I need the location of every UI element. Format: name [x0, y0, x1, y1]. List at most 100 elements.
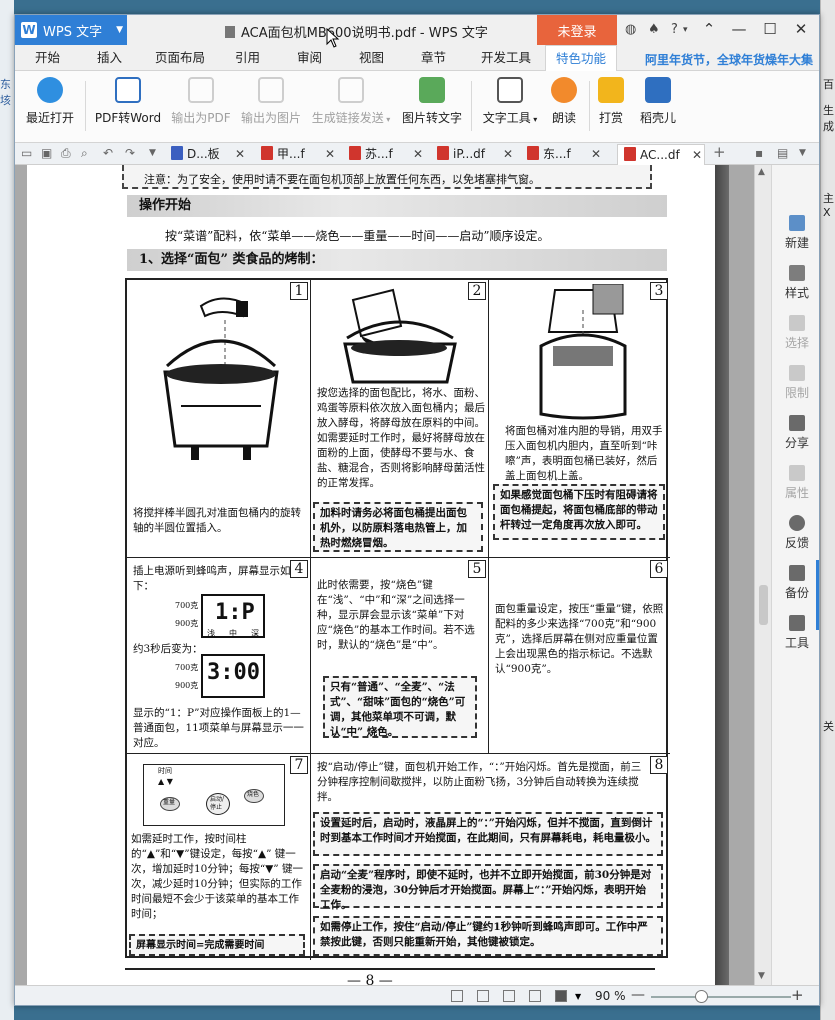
- document-tab[interactable]: 东...f ✕: [527, 144, 601, 165]
- tab-insert[interactable]: 插入: [87, 45, 132, 71]
- shirt-icon[interactable]: ♠: [648, 22, 660, 37]
- reward-button[interactable]: 打赏: [595, 77, 627, 126]
- step-number: 8: [650, 756, 668, 774]
- skin-icon[interactable]: ◍: [625, 22, 636, 37]
- document-tab[interactable]: D...板 ✕: [171, 144, 245, 165]
- pane-feedback-button[interactable]: 反馈: [772, 515, 819, 551]
- read-aloud-button[interactable]: 朗读: [547, 77, 581, 126]
- share-icon: [789, 415, 805, 431]
- toolbox-icon: [789, 615, 805, 631]
- zoom-slider[interactable]: [651, 996, 791, 998]
- ribbon-label: 生成链接发送: [311, 111, 384, 125]
- pane-style-button[interactable]: 样式: [772, 265, 819, 301]
- document-tab[interactable]: 甲...f ✕: [261, 144, 335, 165]
- pane-new-button[interactable]: 新建: [772, 215, 819, 251]
- vertical-scrollbar[interactable]: ▲ ▼: [754, 165, 771, 985]
- recent-open-button[interactable]: 最近打开: [23, 77, 77, 126]
- pane-share-button[interactable]: 分享: [772, 415, 819, 451]
- weight-label: 700克: [175, 601, 199, 610]
- step-text: 按您选择的面包配比，将水、面粉、鸡蛋等原料依次放入面包桶内；最后放入酵母，将酵母…: [317, 387, 485, 489]
- zoom-slider-knob[interactable]: [695, 990, 709, 1003]
- close-tab-icon[interactable]: ✕: [235, 144, 245, 165]
- daoke-button[interactable]: 稻壳儿: [635, 77, 681, 126]
- new-tab-icon[interactable]: +: [713, 143, 726, 161]
- text-tools-icon: [497, 77, 523, 103]
- close-tab-icon[interactable]: ✕: [591, 144, 601, 165]
- scroll-thumb[interactable]: [759, 585, 768, 625]
- close-tab-icon[interactable]: ✕: [503, 144, 513, 165]
- chevron-down-icon[interactable]: ▼: [799, 148, 806, 158]
- ribbon-label: 图片转文字: [401, 111, 462, 125]
- chevron-down-icon[interactable]: ▾: [683, 25, 688, 35]
- pane-collapse-handle[interactable]: [816, 560, 819, 630]
- document-tab[interactable]: iP...df ✕: [437, 144, 513, 165]
- pane-select-button[interactable]: 选择: [772, 315, 819, 351]
- export-pdf-button[interactable]: 输出为PDF: [171, 77, 231, 126]
- ribbon-separator: [85, 81, 86, 131]
- login-button[interactable]: 未登录: [537, 15, 617, 45]
- chevron-down-icon[interactable]: ▼: [575, 992, 587, 1004]
- pane-tools-button[interactable]: 工具: [772, 615, 819, 651]
- step-text: 约3秒后变为：: [133, 643, 203, 655]
- fullscreen-icon[interactable]: [451, 990, 463, 1002]
- text-tools-button[interactable]: 文字工具 ▾: [479, 77, 541, 126]
- share-link-button[interactable]: 生成链接发送 ▾: [309, 77, 393, 126]
- reward-icon: [598, 77, 624, 103]
- step-cell-4: 4 插上电源听到蜂鸣声，屏幕显示如下： 1:P 浅 中 深 700克 900克 …: [127, 558, 311, 754]
- redo-icon[interactable]: ↷: [125, 146, 135, 160]
- pdf-to-word-button[interactable]: PDF转Word: [93, 77, 163, 126]
- scroll-down-icon[interactable]: ▼: [758, 971, 765, 981]
- document-tab[interactable]: 苏...f ✕: [349, 144, 423, 165]
- close-tab-icon[interactable]: ✕: [692, 145, 702, 166]
- restore-doc-icon[interactable]: ▤: [777, 146, 788, 160]
- chevron-down-icon[interactable]: ▼: [149, 148, 156, 158]
- maximize-icon[interactable]: ☐: [758, 20, 782, 40]
- print-icon[interactable]: ⎙: [61, 146, 71, 161]
- lcd-label: 浅: [207, 629, 215, 638]
- tab-developer[interactable]: 开发工具: [471, 45, 541, 71]
- step-number: 5: [468, 560, 486, 578]
- tab-page-layout[interactable]: 页面布局: [145, 45, 215, 71]
- pane-backup-button[interactable]: 备份: [772, 565, 819, 601]
- step-number: 1: [290, 282, 308, 300]
- collapse-ribbon-icon[interactable]: ⌃: [697, 20, 721, 40]
- close-tab-icon[interactable]: ✕: [325, 144, 335, 165]
- document-area[interactable]: 注意：为了安全，使用时请不要在面包机顶部上放置任何东西，以免堵塞排气窗。 操作开…: [15, 165, 771, 985]
- eye-protect-icon[interactable]: [555, 990, 567, 1002]
- app-menu-button[interactable]: W WPS 文字 ▼: [15, 15, 127, 45]
- tab-home[interactable]: 开始: [25, 45, 70, 71]
- promo-link[interactable]: 阿里年货节，全球年货燥年大集: [645, 51, 813, 68]
- task-pane: 新建 样式 选择 限制 分享 属性 反馈 备份 工具: [771, 165, 819, 985]
- chat-icon: [789, 515, 805, 531]
- page-view-icon[interactable]: [477, 990, 489, 1002]
- tab-references[interactable]: 引用: [225, 45, 270, 71]
- tab-review[interactable]: 审阅: [287, 45, 332, 71]
- wps-logo-icon: W: [21, 22, 37, 38]
- zoom-level: 90 %: [595, 989, 626, 1003]
- zoom-in-button[interactable]: +: [791, 986, 804, 1004]
- save-icon[interactable]: ▣: [41, 146, 52, 160]
- scroll-up-icon[interactable]: ▲: [758, 167, 765, 177]
- close-icon[interactable]: ✕: [789, 20, 813, 40]
- undo-icon[interactable]: ↶: [103, 146, 113, 160]
- document-tab-active[interactable]: AC...df ✕: [617, 144, 705, 165]
- tab-chapter[interactable]: 章节: [411, 45, 456, 71]
- section-header: 操作开始: [127, 195, 667, 217]
- step-cell-1: 1 将搅拌棒半圆孔对准面包桶内的旋转轴的半圆位置插入。: [127, 280, 311, 558]
- outline-view-icon[interactable]: [529, 990, 541, 1002]
- help-icon[interactable]: ?: [671, 22, 678, 37]
- tab-view[interactable]: 视图: [349, 45, 394, 71]
- minimize-icon[interactable]: —: [727, 20, 751, 40]
- pane-restrict-button[interactable]: 限制: [772, 365, 819, 401]
- close-tab-icon[interactable]: ✕: [413, 144, 423, 165]
- tab-special-features[interactable]: 特色功能: [545, 45, 618, 71]
- print-preview-icon[interactable]: ⌕: [81, 146, 88, 161]
- export-image-button[interactable]: 输出为图片: [239, 77, 303, 126]
- pane-properties-button[interactable]: 属性: [772, 465, 819, 501]
- web-view-icon[interactable]: [503, 990, 515, 1002]
- ribbon-label: 最近打开: [25, 111, 74, 125]
- new-folder-icon[interactable]: ▭: [21, 146, 32, 160]
- minimize-doc-icon[interactable]: ▪: [755, 146, 763, 160]
- image-to-text-button[interactable]: 图片转文字: [401, 77, 463, 126]
- zoom-out-button[interactable]: —: [631, 987, 645, 1003]
